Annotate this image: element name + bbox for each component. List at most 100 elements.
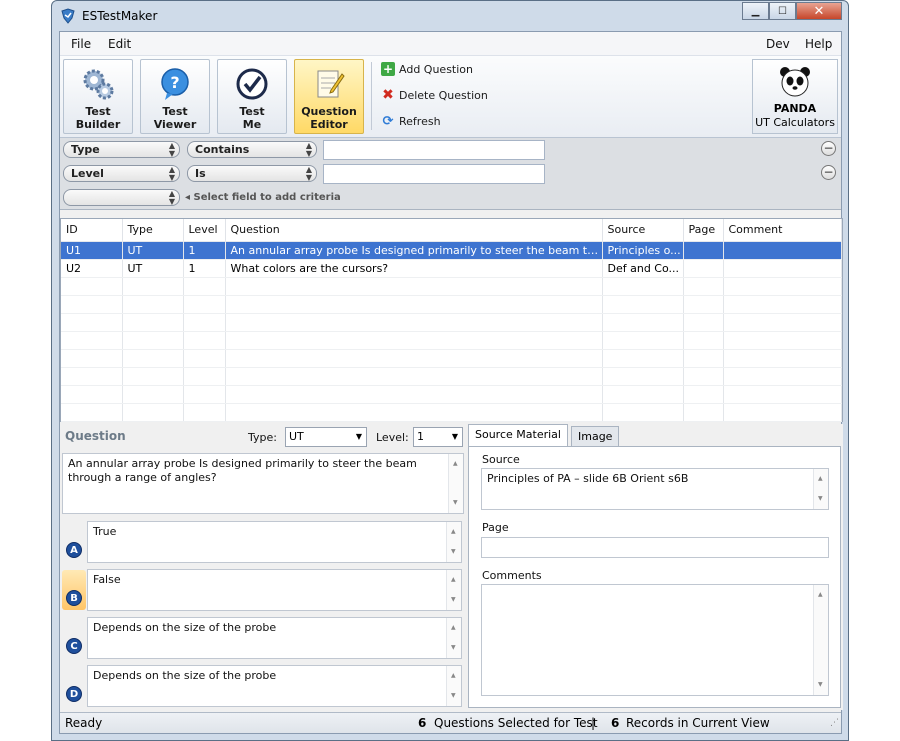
answer-d-textarea[interactable]: Depends on the size of the probe	[87, 665, 462, 707]
empty-row	[61, 331, 842, 350]
question-editor-label: Question Editor	[301, 105, 357, 131]
menu-file[interactable]: File	[71, 37, 91, 51]
filter-field-select[interactable]: Level ▲ ▼	[63, 165, 180, 182]
panda-label: PANDA	[773, 102, 817, 115]
answer-row: C Depends on the size of the probe	[60, 616, 464, 660]
column-header-id[interactable]: ID	[61, 219, 123, 242]
question-textarea[interactable]: An annular array probe Is designed prima…	[62, 453, 464, 514]
source-textarea[interactable]: Principles of PA – slide 6B Orient s6B	[481, 468, 829, 510]
textarea-scrollbar[interactable]	[446, 570, 461, 610]
title-bar[interactable]: ESTestMaker ▁ ☐ ✕	[52, 1, 848, 31]
status-divider: |	[591, 716, 596, 730]
plus-icon: +	[381, 62, 395, 76]
remove-filter-icon[interactable]: −	[821, 141, 836, 156]
filter-operator-select[interactable]: Contains ▲ ▼	[187, 141, 317, 158]
answer-c-textarea[interactable]: Depends on the size of the probe	[87, 617, 462, 659]
filter-field-select[interactable]: Type ▲ ▼	[63, 141, 180, 158]
cell-level: 1	[183, 241, 226, 260]
empty-row	[61, 367, 842, 386]
menu-edit[interactable]: Edit	[108, 37, 131, 51]
textarea-scrollbar[interactable]	[446, 666, 461, 706]
tab-image[interactable]: Image	[571, 426, 620, 446]
delete-question-button[interactable]: ✖ Delete Question	[381, 86, 488, 104]
tab-source-material[interactable]: Source Material	[468, 424, 568, 447]
source-panel: Source Material Image Source Principles …	[468, 424, 843, 708]
level-label: Level:	[376, 431, 409, 444]
source-material-pane: Source Principles of PA – slide 6B Orien…	[468, 446, 841, 708]
remove-filter-icon[interactable]: −	[821, 165, 836, 180]
delete-x-icon: ✖	[382, 87, 394, 103]
answer-letter-badge[interactable]: A	[62, 522, 86, 562]
page-input[interactable]	[481, 537, 829, 558]
ribbon-separator	[371, 62, 372, 130]
column-header-source[interactable]: Source	[602, 219, 684, 242]
client-area: File Edit Dev Help Test Builder ? Test V…	[59, 31, 843, 734]
refresh-icon: ⟳	[382, 113, 394, 129]
cell-type: UT	[122, 259, 184, 278]
table-row[interactable]: U2 UT 1 What colors are the cursors? Def…	[61, 259, 842, 278]
column-header-question[interactable]: Question	[225, 219, 603, 242]
comments-textarea[interactable]	[481, 584, 829, 696]
chevron-down-icon: ▼	[355, 432, 362, 441]
spinner-arrows-icon: ▲ ▼	[305, 141, 312, 158]
chevron-down-icon: ▼	[451, 432, 458, 441]
textarea-scrollbar[interactable]	[448, 454, 463, 513]
cell-id: U2	[61, 259, 123, 278]
menu-dev[interactable]: Dev	[766, 37, 790, 51]
cell-level: 1	[183, 259, 226, 278]
answer-row: D Depends on the size of the probe	[60, 664, 464, 708]
window-title: ESTestMaker	[82, 9, 158, 23]
column-header-page[interactable]: Page	[683, 219, 724, 242]
resize-grip-icon[interactable]: ⋰	[830, 718, 839, 728]
records-label: Records in Current View	[626, 716, 770, 730]
spinner-arrows-icon: ▲ ▼	[168, 165, 175, 182]
answer-a-textarea[interactable]: True	[87, 521, 462, 563]
spinner-arrows-icon: ▲ ▼	[168, 189, 175, 206]
menu-help[interactable]: Help	[805, 37, 832, 51]
filter-value-input[interactable]	[323, 140, 545, 160]
table-row[interactable]: U1 UT 1 An annular array probe Is design…	[61, 241, 842, 260]
filter-operator-select[interactable]: Is ▲ ▼	[187, 165, 317, 182]
level-dropdown[interactable]: 1 ▼	[413, 427, 463, 447]
answer-letter-badge[interactable]: D	[62, 666, 86, 706]
test-builder-button[interactable]: Test Builder	[63, 59, 133, 134]
close-button[interactable]: ✕	[796, 2, 842, 20]
maximize-button[interactable]: ☐	[769, 2, 796, 20]
cell-source: Def and Co...	[602, 259, 684, 278]
panda-calculators-button[interactable]: PANDA UT Calculators	[752, 59, 838, 134]
textarea-scrollbar[interactable]	[813, 585, 828, 695]
type-dropdown[interactable]: UT ▼	[285, 427, 367, 447]
cell-type: UT	[122, 241, 184, 260]
question-editor-button[interactable]: Question Editor	[294, 59, 364, 134]
add-question-button[interactable]: + Add Question	[381, 60, 473, 78]
status-ready: Ready	[65, 716, 103, 730]
minimize-button[interactable]: ▁	[742, 2, 769, 20]
textarea-scrollbar[interactable]	[813, 469, 828, 509]
empty-row	[61, 349, 842, 368]
selected-count: 6	[418, 716, 427, 730]
empty-row	[61, 403, 842, 422]
test-viewer-button[interactable]: ? Test Viewer	[140, 59, 210, 134]
test-viewer-label: Test Viewer	[153, 105, 197, 131]
cell-question: What colors are the cursors?	[225, 259, 603, 278]
cell-page	[683, 241, 724, 260]
refresh-button[interactable]: ⟳ Refresh	[381, 112, 441, 130]
test-me-button[interactable]: Test Me	[217, 59, 287, 134]
textarea-scrollbar[interactable]	[446, 522, 461, 562]
answer-letter-badge[interactable]: C	[62, 618, 86, 658]
column-header-level[interactable]: Level	[183, 219, 226, 242]
notepad-pencil-icon	[317, 70, 345, 98]
column-header-comment[interactable]: Comment	[723, 219, 842, 242]
answer-b-textarea[interactable]: False	[87, 569, 462, 611]
filter-value-input[interactable]	[323, 164, 545, 184]
questions-grid: ID Type Level Question Source Page Comme…	[60, 218, 843, 422]
answer-letter-badge-selected[interactable]: B	[62, 570, 86, 610]
empty-row	[61, 313, 842, 332]
textarea-scrollbar[interactable]	[446, 618, 461, 658]
column-header-type[interactable]: Type	[122, 219, 184, 242]
cell-comment	[723, 241, 842, 260]
help-bubble-icon: ?	[161, 68, 189, 100]
status-bar: Ready 6 Questions Selected for Test | 6 …	[60, 712, 841, 733]
source-label: Source	[482, 453, 520, 466]
add-criteria-field-select[interactable]: ▲ ▼	[63, 189, 180, 206]
